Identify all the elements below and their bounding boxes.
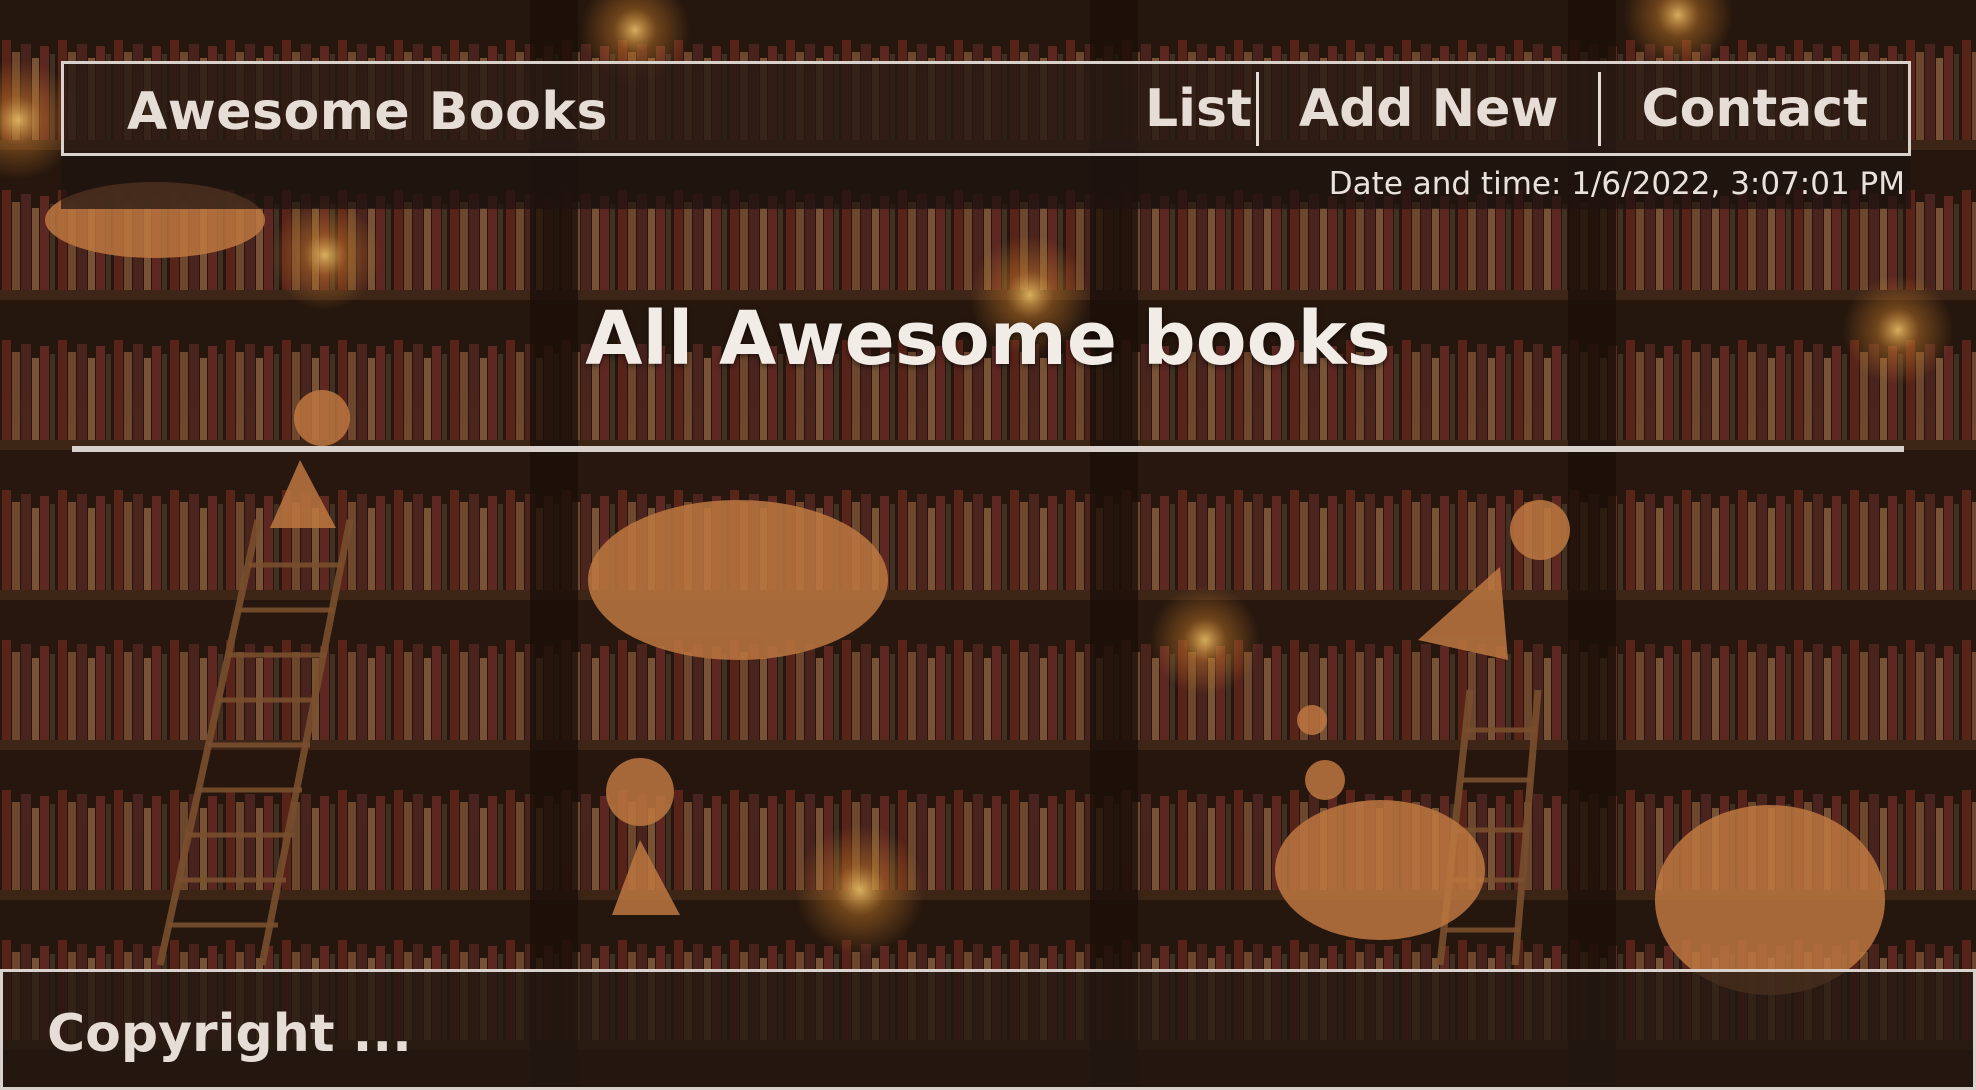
datetime-bar: Date and time: 1/6/2022, 3:07:01 PM [61, 156, 1911, 209]
top-navbar: Awesome Books List Add New Contact [61, 61, 1911, 156]
footer: Copyright ... [0, 969, 1976, 1090]
title-divider [72, 446, 1904, 452]
nav-links: List Add New Contact [1145, 64, 1908, 153]
nav-link-add-new[interactable]: Add New [1259, 74, 1599, 144]
brand-logo-text[interactable]: Awesome Books [127, 82, 608, 142]
nav-link-contact[interactable]: Contact [1601, 74, 1908, 144]
datetime-display: Date and time: 1/6/2022, 3:07:01 PM [1328, 166, 1905, 202]
copyright-text: Copyright ... [47, 1004, 412, 1064]
nav-link-list[interactable]: List [1145, 74, 1256, 144]
page-title: All Awesome books [585, 296, 1391, 382]
